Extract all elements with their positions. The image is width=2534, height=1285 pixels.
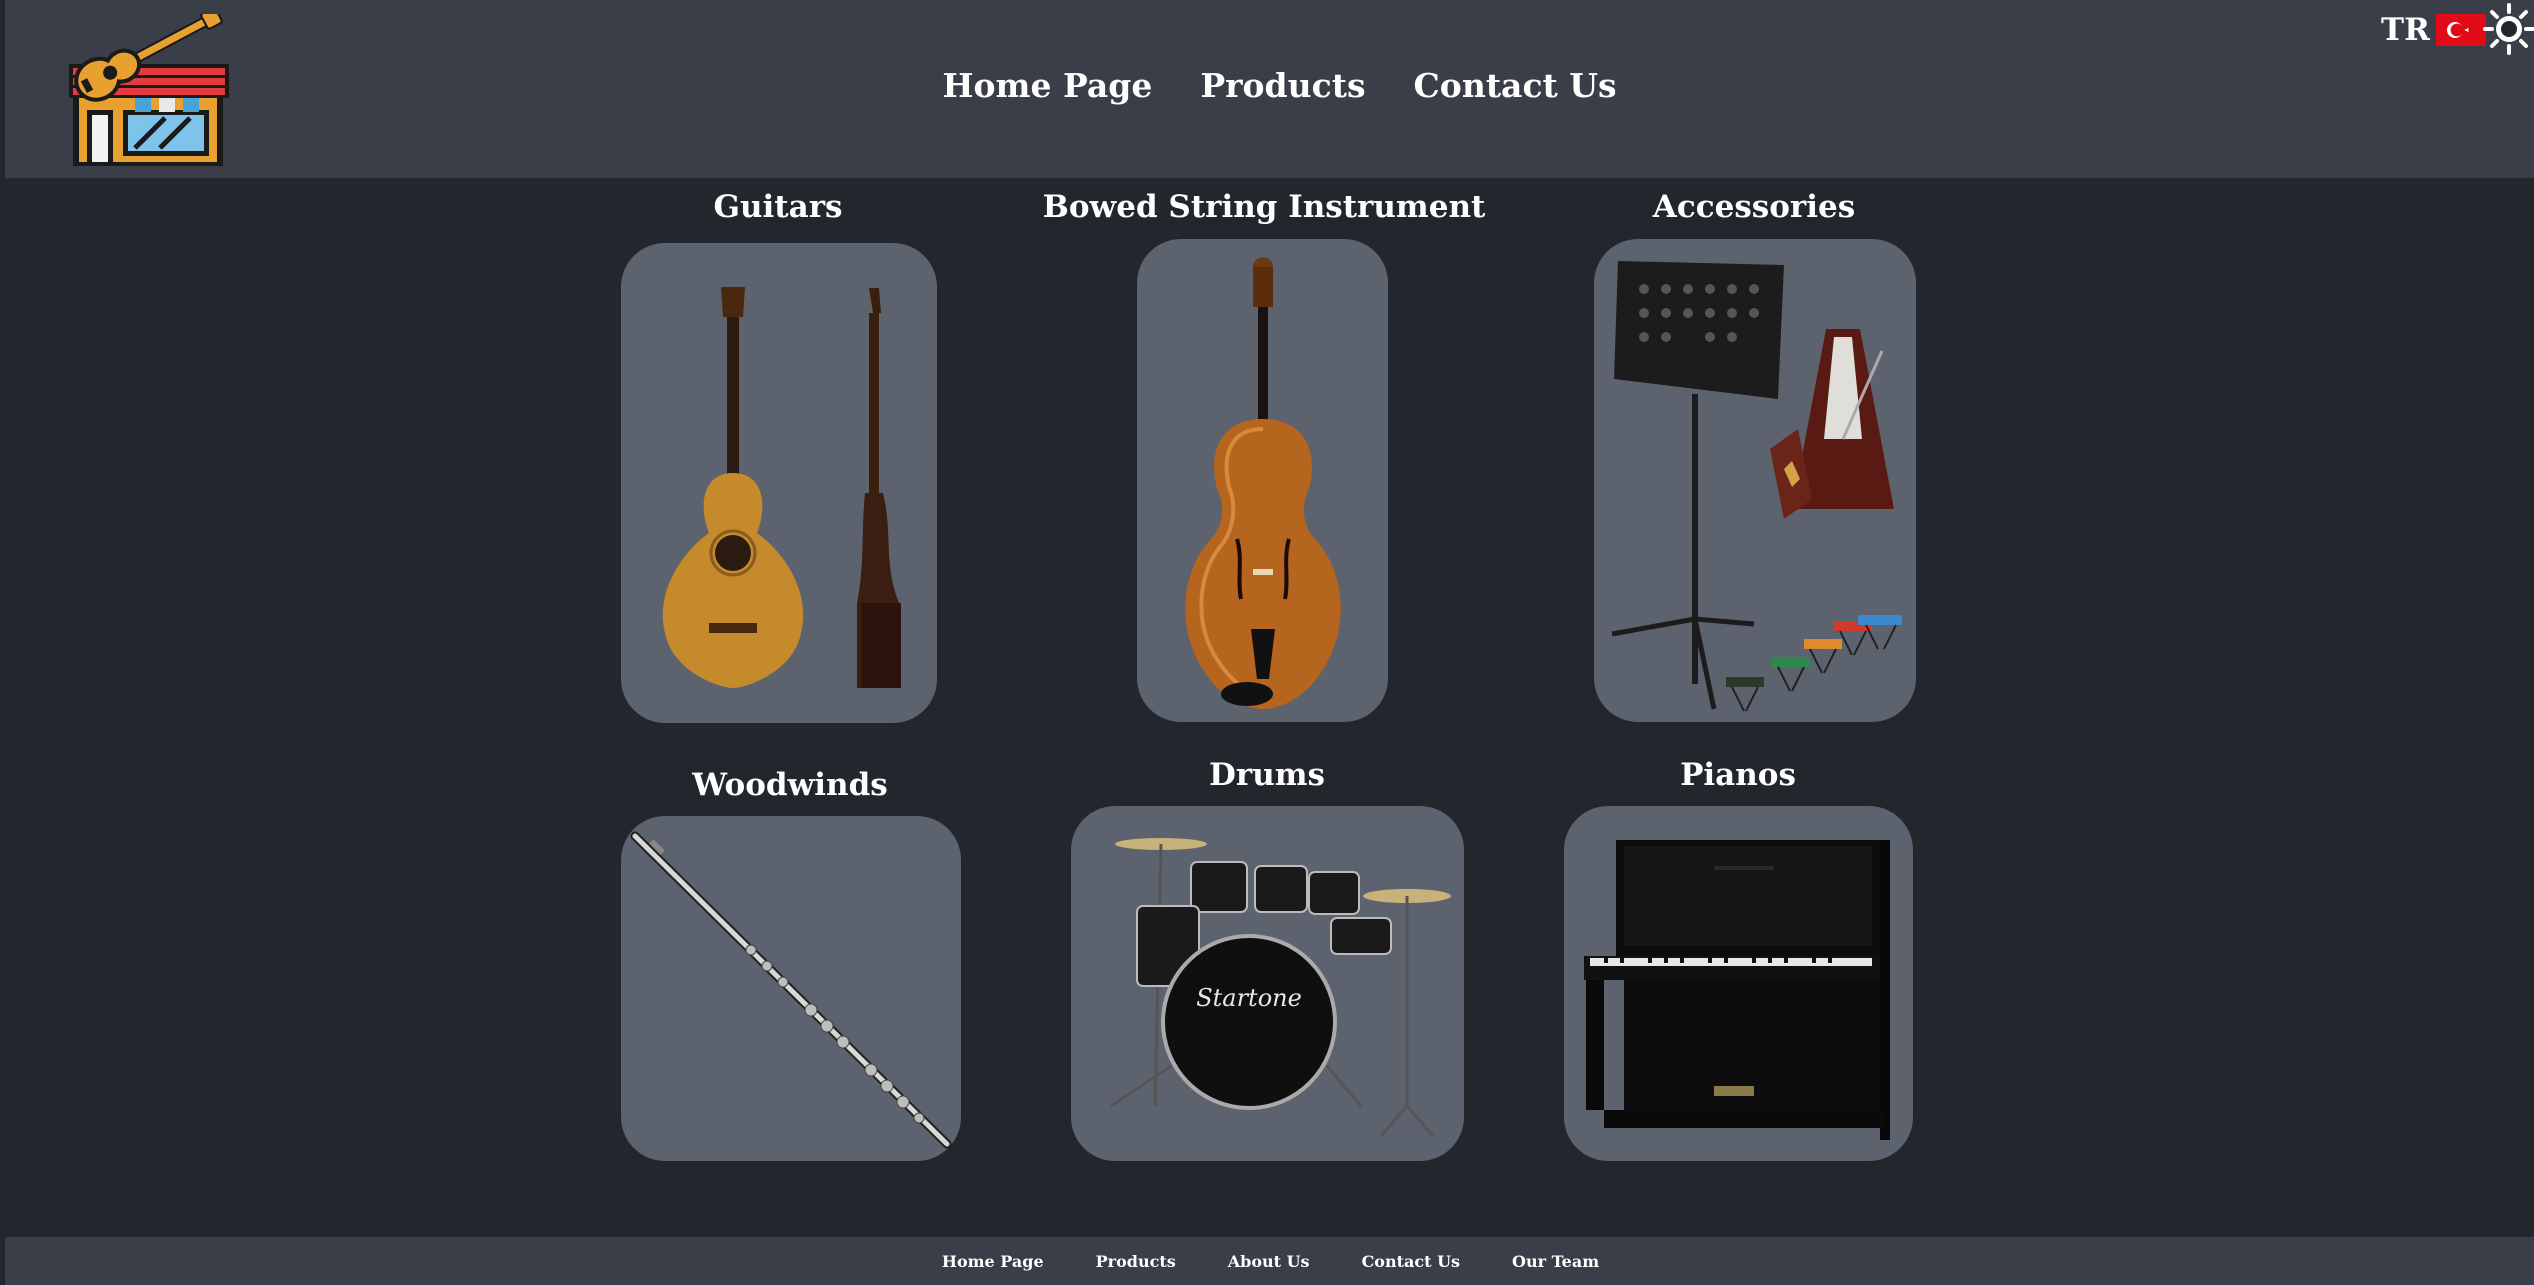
category-card-guitars[interactable] (621, 243, 937, 723)
category-title-bowed-string[interactable]: Bowed String Instrument (1043, 189, 1486, 225)
footer-team[interactable]: Our Team (1512, 1252, 1599, 1271)
header: Home Page Products Contact Us TR (5, 0, 2534, 178)
drum-brand-text: Startone (1196, 984, 1302, 1012)
guitar-image (662, 287, 901, 688)
nav-products[interactable]: Products (1200, 66, 1365, 105)
category-title-woodwinds[interactable]: Woodwinds (692, 767, 887, 803)
category-title-guitars[interactable]: Guitars (714, 189, 843, 225)
sun-icon[interactable] (2482, 2, 2534, 56)
category-card-accessories[interactable] (1594, 239, 1916, 722)
piano-image (1584, 840, 1890, 1140)
category-title-pianos[interactable]: Pianos (1680, 757, 1796, 793)
footer-home[interactable]: Home Page (942, 1252, 1044, 1271)
category-card-drums[interactable]: Startone (1071, 806, 1464, 1161)
language-switcher[interactable]: TR (2381, 12, 2486, 48)
category-card-bowed-string[interactable] (1137, 239, 1388, 722)
flute-image (630, 831, 952, 1149)
nav-home[interactable]: Home Page (942, 66, 1152, 105)
main-nav: Home Page Products Contact Us (5, 66, 2534, 105)
category-title-accessories[interactable]: Accessories (1653, 189, 1855, 225)
footer-products[interactable]: Products (1096, 1252, 1176, 1271)
nav-contact[interactable]: Contact Us (1414, 66, 1617, 105)
category-title-drums[interactable]: Drums (1209, 757, 1325, 793)
turkey-flag-icon (2435, 14, 2486, 46)
category-card-pianos[interactable] (1564, 806, 1913, 1161)
accessories-image (1611, 261, 1902, 712)
footer-about[interactable]: About Us (1228, 1252, 1310, 1271)
category-card-woodwinds[interactable] (621, 816, 961, 1161)
drum-kit-image: Startone (1110, 838, 1451, 1137)
violin-image (1185, 257, 1341, 709)
footer: Home Page Products About Us Contact Us O… (5, 1237, 2534, 1285)
footer-contact[interactable]: Contact Us (1362, 1252, 1460, 1271)
language-code: TR (2381, 12, 2430, 48)
